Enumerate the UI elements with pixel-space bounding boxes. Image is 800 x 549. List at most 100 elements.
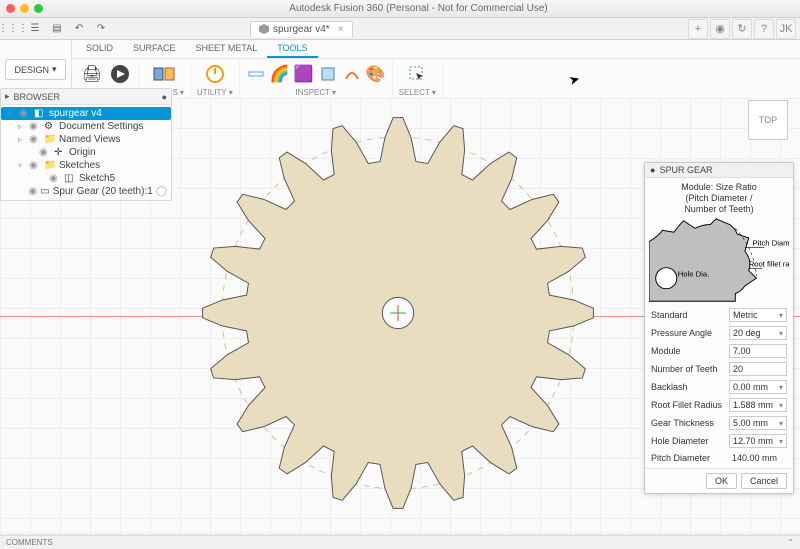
visibility-icon[interactable]: ◉ [49, 173, 61, 184]
gear-diagram: Hole Dia. Pitch Diam Root fillet ra [645, 216, 793, 304]
param-input[interactable]: 0.00 mm▾ [729, 380, 787, 394]
inspect-curvature-icon[interactable] [342, 64, 362, 84]
comments-expand-icon[interactable]: ⌃ [787, 538, 794, 547]
sketch-icon: ◫ [64, 173, 76, 184]
dialog-collapse-icon[interactable]: ● [650, 165, 655, 175]
undo-icon[interactable]: ↶ [70, 20, 88, 38]
traffic-min-icon[interactable] [20, 4, 29, 13]
dropdown-icon[interactable]: ▾ [779, 383, 783, 392]
param-label: Number of Teeth [651, 364, 725, 374]
titlebar: Autodesk Fusion 360 (Personal - Not for … [0, 0, 800, 18]
visibility-icon[interactable]: ◉ [29, 121, 41, 132]
inspect-ruler-icon[interactable] [246, 64, 266, 84]
tree-item[interactable]: ▿◉◧spurgear v4 [1, 107, 171, 120]
cancel-button[interactable]: Cancel [741, 473, 787, 489]
dropdown-icon[interactable]: ▾ [779, 419, 783, 428]
param-input[interactable]: 12.70 mm▾ [729, 434, 787, 448]
param-input[interactable]: Metric▾ [729, 308, 787, 322]
param-row: Number of Teeth 20 [645, 360, 793, 378]
notifications-icon[interactable]: ◉ [710, 19, 730, 39]
inspect-swatch-icon[interactable]: 🟪 [294, 64, 314, 84]
inspect-palette-icon[interactable]: 🎨 [366, 64, 386, 84]
utility-icon[interactable] [203, 62, 227, 86]
param-input[interactable]: 20 [729, 362, 787, 376]
visibility-icon[interactable]: ◉ [39, 147, 51, 158]
help-icon[interactable]: ? [754, 19, 774, 39]
origin-icon: ✛ [54, 147, 66, 158]
dropdown-icon[interactable]: ▾ [229, 88, 233, 97]
comments-label: COMMENTS [6, 538, 53, 547]
traffic-close-icon[interactable] [6, 4, 15, 13]
param-input[interactable]: 1.588 mm▾ [729, 398, 787, 412]
dialog-title: SPUR GEAR [659, 165, 712, 175]
param-label: Pressure Angle [651, 328, 725, 338]
dropdown-icon[interactable]: ▾ [432, 88, 436, 97]
comments-bar[interactable]: COMMENTS ⌃ [0, 535, 800, 549]
new-tab-icon[interactable]: + [688, 19, 708, 39]
redo-icon[interactable]: ↷ [92, 20, 110, 38]
user-avatar[interactable]: JK [776, 19, 796, 39]
ok-button[interactable]: OK [706, 473, 737, 489]
dropdown-icon[interactable]: ▾ [779, 329, 783, 338]
tree-item-label: Document Settings [59, 121, 144, 132]
browser-settings-icon[interactable]: ● [162, 92, 167, 102]
addins-icon[interactable] [152, 62, 176, 86]
viewcube[interactable]: TOP [748, 100, 788, 140]
visibility-icon[interactable]: ◉ [29, 134, 41, 145]
param-input[interactable]: 7.00 [729, 344, 787, 358]
workspace-selector[interactable]: DESIGN ▾ [5, 59, 65, 80]
ribbon-tab-surface[interactable]: SURFACE [123, 40, 186, 58]
dropdown-icon[interactable]: ▾ [779, 437, 783, 446]
param-row: Gear Thickness5.00 mm▾ [645, 414, 793, 432]
body-icon: ▭ [40, 186, 49, 197]
param-row: Pressure Angle 20 deg▾ [645, 324, 793, 342]
visibility-icon[interactable]: ◉ [19, 108, 31, 119]
document-tab[interactable]: spurgear v4* × [250, 21, 353, 37]
dropdown-icon[interactable]: ▾ [180, 88, 184, 97]
ribbon-tab-sheet-metal[interactable]: SHEET METAL [186, 40, 268, 58]
inspect-volume-icon[interactable] [318, 64, 338, 84]
window-title: Autodesk Fusion 360 (Personal - Not for … [43, 3, 794, 14]
print3d-icon[interactable]: 🖨 [80, 62, 104, 86]
browser-panel: ▸ BROWSER ● ▿◉◧spurgear v4▹◉⚙Document Se… [0, 88, 172, 201]
dropdown-icon[interactable]: ▾ [779, 401, 783, 410]
param-input[interactable]: 5.00 mm▾ [729, 416, 787, 430]
param-row: Backlash 0.00 mm▾ [645, 378, 793, 396]
ribbon-tab-solid[interactable]: SOLID [76, 40, 123, 58]
tree-item-label: Spur Gear (20 teeth):1 [53, 186, 153, 197]
select-tool-icon[interactable] [405, 62, 429, 86]
component-icon [259, 24, 269, 34]
timer-icon[interactable]: ↻ [732, 19, 752, 39]
param-label: Standard [651, 310, 725, 320]
visibility-icon[interactable]: ◉ [29, 160, 41, 171]
tree-item[interactable]: ▿◉📁Sketches [1, 159, 171, 172]
visibility-icon[interactable]: ◉ [29, 186, 38, 197]
dropdown-icon[interactable]: ▾ [332, 88, 336, 97]
tree-item[interactable]: ▹◉📁Named Views [1, 133, 171, 146]
grid-menu-icon[interactable]: ⋮⋮⋮ [4, 20, 22, 38]
param-input[interactable]: 20 deg▾ [729, 326, 787, 340]
ribbon-tab-tools[interactable]: TOOLS [267, 40, 317, 58]
tree-item[interactable]: ◉◫Sketch5 [1, 172, 171, 185]
close-tab-icon[interactable]: × [338, 24, 344, 35]
tree-item[interactable]: ▹◉⚙Document Settings [1, 120, 171, 133]
tree-item[interactable]: ◉▭Spur Gear (20 teeth):1 ◯ [1, 185, 171, 198]
svg-text:Hole Dia.: Hole Dia. [678, 270, 709, 279]
group-inspect-label: INSPECT [295, 88, 330, 97]
save-icon[interactable]: ▤ [48, 20, 66, 38]
workspace-label: DESIGN [14, 65, 49, 75]
tree-item-label: Sketches [59, 160, 100, 171]
browser-caret-icon[interactable]: ▸ [5, 91, 10, 102]
inspect-rainbow-icon[interactable]: 🌈 [270, 64, 290, 84]
tree-item-label: spurgear v4 [49, 108, 102, 119]
tree-item[interactable]: ◉✛Origin [1, 146, 171, 159]
dropdown-icon[interactable]: ▾ [779, 311, 783, 320]
gear-body [183, 98, 613, 528]
param-label: Backlash [651, 382, 725, 392]
data-panel-icon[interactable]: ☰ [26, 20, 44, 38]
folder-icon: 📁 [44, 134, 56, 145]
traffic-zoom-icon[interactable] [34, 4, 43, 13]
make-triangle-icon[interactable] [108, 62, 132, 86]
param-row: Module7.00 [645, 342, 793, 360]
param-row: Root Fillet Radius1.588 mm▾ [645, 396, 793, 414]
